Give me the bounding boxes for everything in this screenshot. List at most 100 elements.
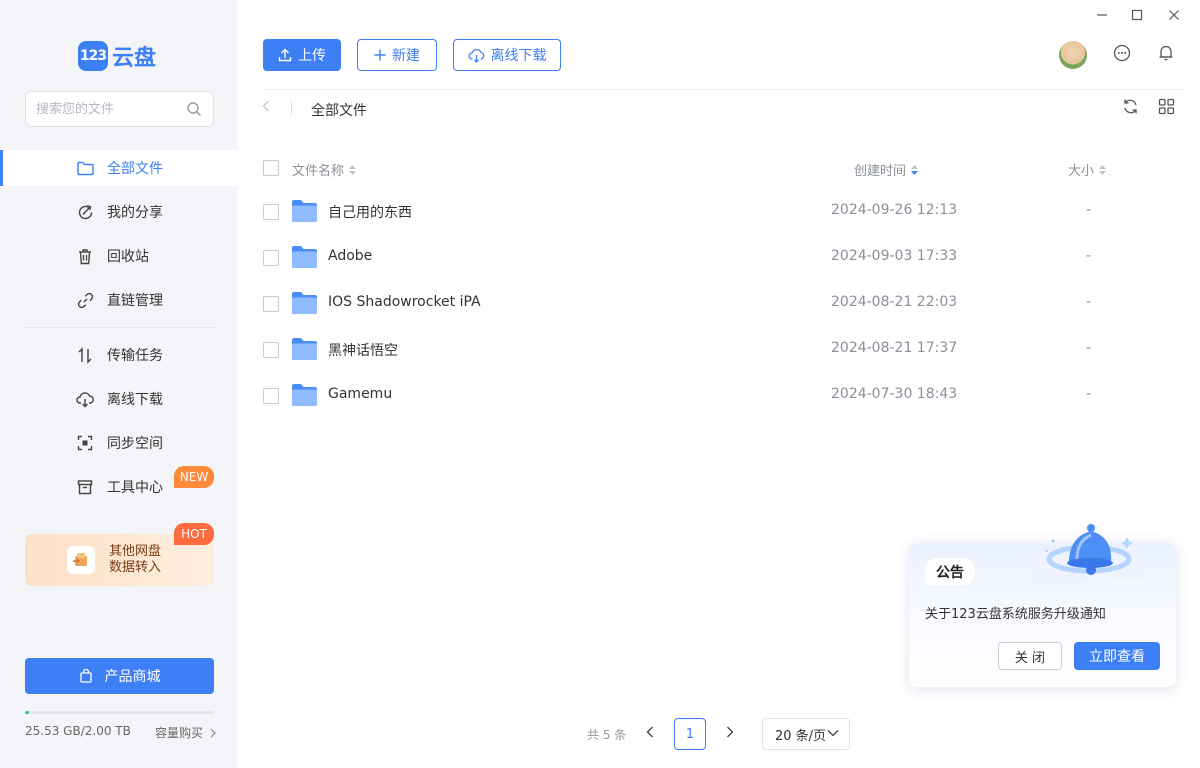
announcement-message[interactable]: 关于123云盘系统服务升级通知 <box>925 603 1106 622</box>
grid-view-button[interactable] <box>1157 98 1175 119</box>
offline-download-button[interactable]: 离线下载 <box>453 39 561 71</box>
file-name: 自己用的东西 <box>328 205 412 221</box>
select-all-checkbox[interactable] <box>263 160 279 176</box>
folder-icon <box>291 199 318 223</box>
close-announcement-button[interactable]: 关 闭 <box>998 642 1062 670</box>
sidebar-item-sync-space[interactable]: 同步空间 <box>0 425 238 461</box>
row-checkbox[interactable] <box>263 296 279 312</box>
row-checkbox[interactable] <box>263 250 279 266</box>
hot-badge: HOT <box>174 523 214 545</box>
prev-page-button[interactable] <box>644 726 656 742</box>
sort-icon <box>1099 164 1107 175</box>
row-checkbox[interactable] <box>263 388 279 404</box>
column-header-created[interactable]: 创建时间 <box>854 160 919 179</box>
refresh-button[interactable] <box>1121 99 1139 117</box>
buy-capacity-label: 容量购买 <box>155 726 204 740</box>
product-store-button[interactable]: 产品商城 <box>25 658 214 694</box>
trash-icon <box>76 247 94 265</box>
table-row[interactable]: 黑神话悟空 2024-08-21 17:37 - <box>250 327 1185 373</box>
plus-icon <box>374 49 386 61</box>
sync-space-icon <box>76 434 94 452</box>
breadcrumb-separator <box>291 100 292 116</box>
search-icon[interactable] <box>186 101 202 121</box>
column-header-label: 大小 <box>1068 164 1095 179</box>
sidebar-item-label: 回收站 <box>107 249 149 265</box>
announcement-popup: 公告 关于123云盘系统服务升级通知 关 闭 立即查看 <box>909 524 1176 687</box>
sidebar-item-my-share[interactable]: 我的分享 <box>0 194 238 230</box>
sidebar-item-label: 离线下载 <box>107 392 163 408</box>
row-checkbox[interactable] <box>263 204 279 220</box>
sidebar-item-transfer-tasks[interactable]: 传输任务 <box>0 337 238 373</box>
minimize-button[interactable] <box>1093 8 1111 26</box>
column-header-size[interactable]: 大小 <box>1068 160 1107 179</box>
folder-icon <box>291 337 318 361</box>
cloud-download-icon <box>467 48 485 63</box>
chevron-left-icon <box>646 726 654 742</box>
sidebar-item-all-files[interactable]: 全部文件 <box>0 150 238 186</box>
file-created: 2024-07-30 18:43 <box>831 386 958 402</box>
offline-download-label: 离线下载 <box>490 48 547 64</box>
file-size: - <box>1086 386 1092 402</box>
file-created: 2024-08-21 22:03 <box>831 294 958 310</box>
row-checkbox[interactable] <box>263 342 279 358</box>
chevron-down-icon <box>827 729 839 737</box>
new-button[interactable]: 新建 <box>357 39 437 71</box>
maximize-icon <box>1131 9 1143 25</box>
upload-button[interactable]: 上传 <box>263 39 341 71</box>
link-icon <box>76 291 94 309</box>
minimize-icon <box>1096 9 1108 25</box>
sidebar-item-label: 同步空间 <box>107 436 163 452</box>
buy-capacity-link[interactable]: 容量购买 <box>155 724 216 741</box>
promo-text: 其他网盘 数据转入 <box>109 544 161 576</box>
folder-icon <box>291 383 318 407</box>
storage-progress-bar <box>25 711 214 714</box>
shopping-bag-icon <box>79 669 93 683</box>
close-window-button[interactable] <box>1165 8 1183 26</box>
sidebar-item-recycle-bin[interactable]: 回收站 <box>0 238 238 274</box>
sidebar-item-direct-link[interactable]: 直链管理 <box>0 282 238 318</box>
table-row[interactable]: Adobe 2024-09-03 17:33 - <box>250 235 1185 281</box>
breadcrumb-current[interactable]: 全部文件 <box>311 100 367 120</box>
sidebar-divider <box>25 327 214 328</box>
notification-button[interactable] <box>1156 45 1176 65</box>
box-import-icon <box>67 546 95 574</box>
bell-illustration-icon <box>1027 519 1147 591</box>
share-icon <box>76 203 94 221</box>
new-label: 新建 <box>392 48 420 64</box>
close-icon <box>1168 9 1180 25</box>
search-box <box>25 91 214 127</box>
toolbox-icon <box>76 478 94 496</box>
search-input[interactable] <box>26 92 176 126</box>
column-header-name[interactable]: 文件名称 <box>292 160 357 179</box>
table-row[interactable]: IOS Shadowrocket iPA 2024-08-21 22:03 - <box>250 281 1185 327</box>
folder-icon <box>291 291 318 315</box>
file-size: - <box>1086 294 1092 310</box>
more-button[interactable] <box>1112 44 1132 65</box>
view-announcement-button[interactable]: 立即查看 <box>1074 642 1160 670</box>
next-page-button[interactable] <box>724 726 736 742</box>
header-divider <box>263 89 1185 90</box>
folder-icon <box>76 159 94 177</box>
upload-label: 上传 <box>298 48 326 64</box>
new-badge: NEW <box>174 466 214 488</box>
file-created: 2024-09-26 12:13 <box>831 202 958 218</box>
back-button[interactable] <box>262 100 274 116</box>
grid-view-icon <box>1158 98 1175 119</box>
page-number-button[interactable]: 1 <box>674 718 706 750</box>
announcement-tag: 公告 <box>925 558 975 585</box>
column-header-label: 文件名称 <box>292 164 345 179</box>
table-row[interactable]: 自己用的东西 2024-09-26 12:13 - <box>250 189 1185 235</box>
file-name: IOS Shadowrocket iPA <box>328 294 481 310</box>
bell-icon <box>1158 44 1174 66</box>
sidebar-item-offline-download[interactable]: 离线下载 <box>0 381 238 417</box>
avatar[interactable] <box>1059 41 1087 69</box>
table-row[interactable]: Gamemu 2024-07-30 18:43 - <box>250 373 1185 419</box>
page-size-value: 20 条/页 <box>775 728 827 744</box>
page-size-select[interactable]: 20 条/页 <box>762 718 850 750</box>
sidebar-item-label: 直链管理 <box>107 293 163 309</box>
refresh-icon <box>1122 98 1139 119</box>
logo-text: 云盘 <box>112 46 157 71</box>
maximize-button[interactable] <box>1128 8 1146 26</box>
app-logo[interactable]: 123 云盘 <box>78 40 156 72</box>
sidebar-item-label: 全部文件 <box>107 161 163 177</box>
